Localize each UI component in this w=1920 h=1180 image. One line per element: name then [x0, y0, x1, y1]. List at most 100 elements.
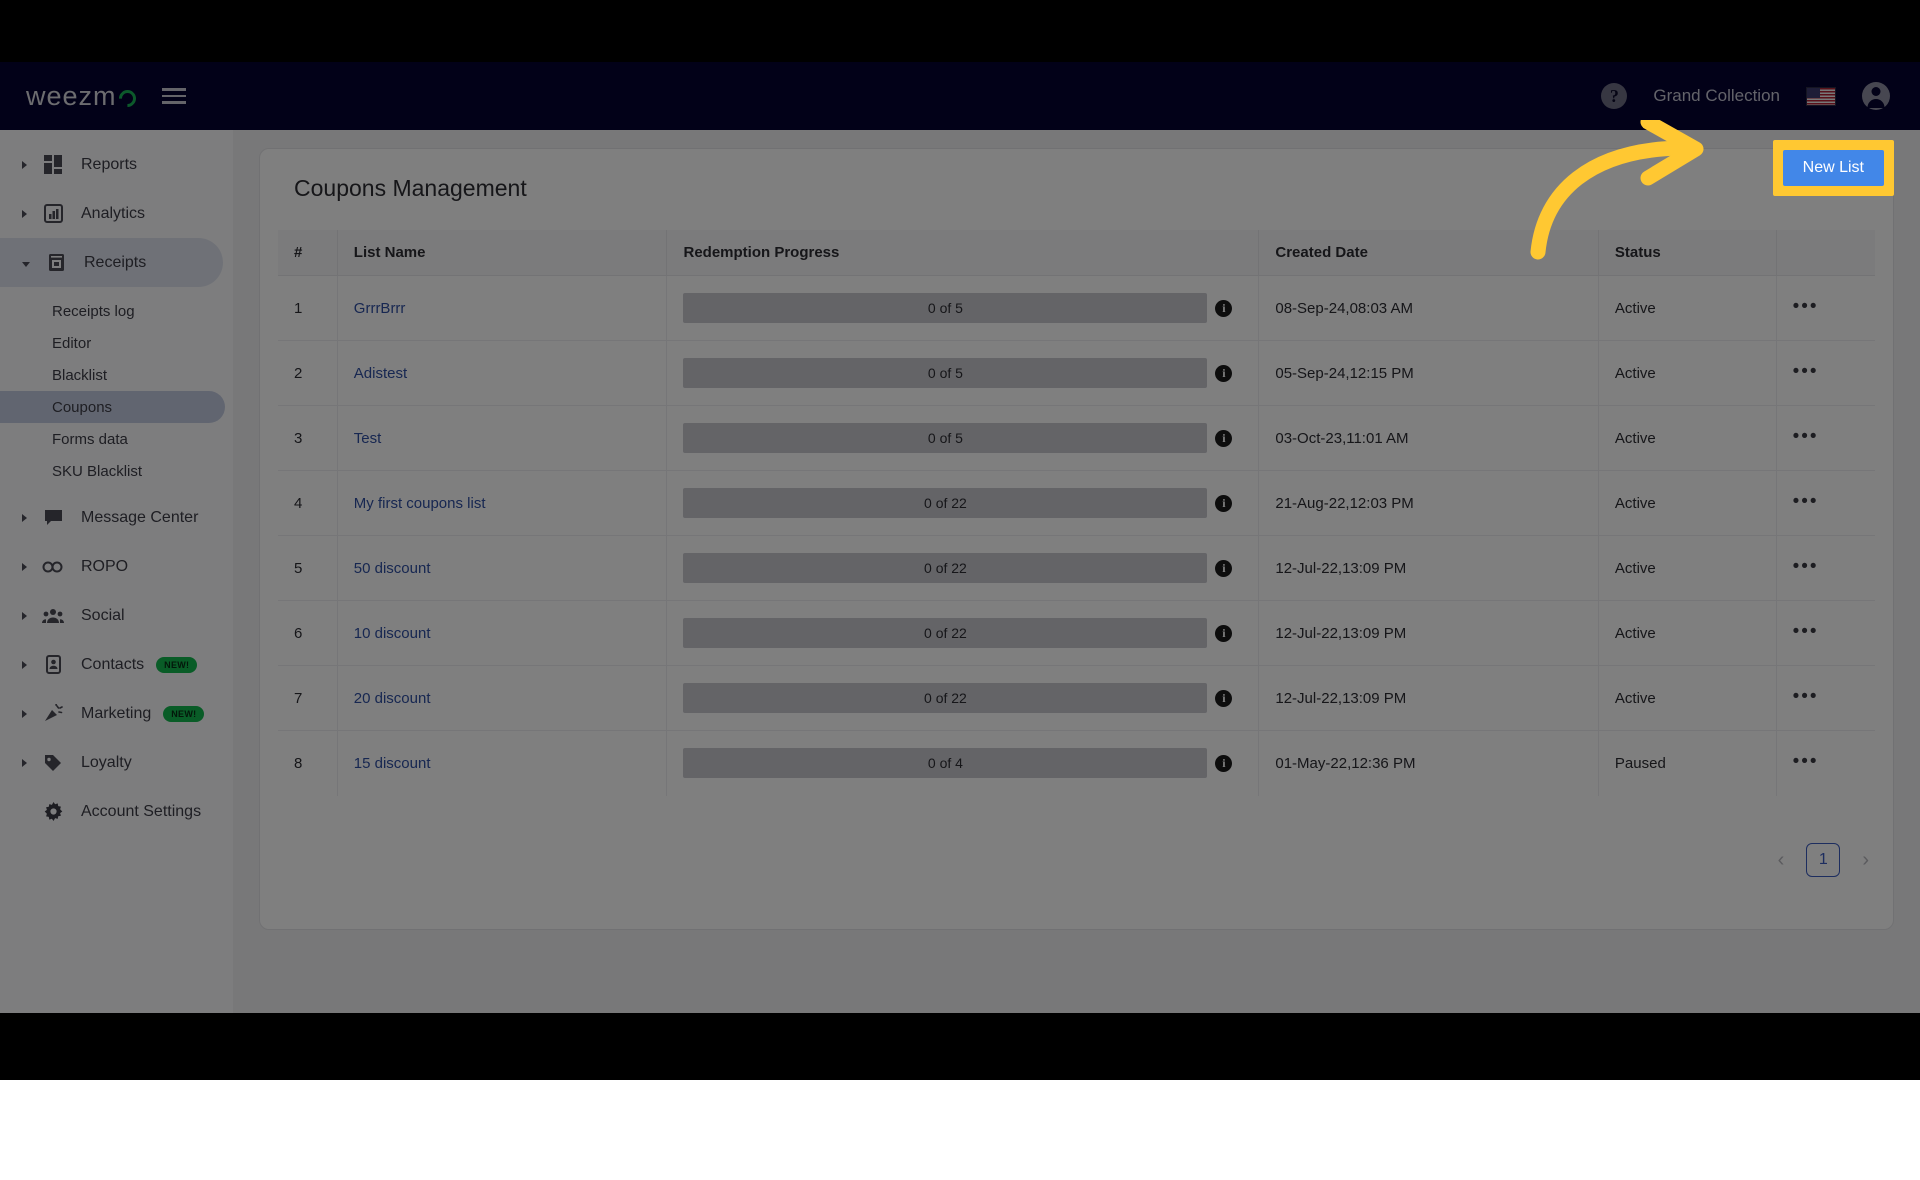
infinity-icon [41, 556, 65, 578]
column-header-list-name[interactable]: List Name [337, 230, 668, 276]
sidebar-item-receipts[interactable]: Receipts [0, 238, 223, 287]
table-header-row: # List Name Redemption Progress Created … [278, 230, 1875, 276]
info-icon[interactable]: i [1215, 494, 1233, 512]
megaphone-icon [41, 703, 65, 725]
main-content-area: Coupons Management # List Name Redemptio… [233, 130, 1920, 1013]
list-name-link[interactable]: 50 discount [354, 560, 431, 577]
sidebar-subitem-receipts-log[interactable]: Receipts log [0, 295, 225, 327]
column-header-status[interactable]: Status [1598, 230, 1777, 276]
row-number: 5 [278, 535, 338, 601]
chevron-down-icon [22, 261, 30, 267]
account-avatar-icon[interactable] [1862, 82, 1890, 110]
list-name-link[interactable]: 20 discount [354, 690, 431, 707]
created-date: 03-Oct-23,11:01 AM [1258, 405, 1599, 471]
pagination-next-button[interactable]: › [1862, 849, 1869, 872]
progress-cell: 0 of 22 [683, 683, 1208, 713]
list-name-link[interactable]: 15 discount [354, 755, 431, 772]
table-row[interactable]: 5 50 discount 0 of 22 i 12-Jul-22,13:09 … [278, 535, 1875, 601]
list-name-link[interactable]: 10 discount [354, 625, 431, 642]
column-header-created-date[interactable]: Created Date [1258, 230, 1599, 276]
sidebar-item-loyalty[interactable]: Loyalty [0, 738, 233, 787]
redemption-progress-bar: 0 of 22 [683, 683, 1208, 713]
sidebar-item-label: Marketing [81, 704, 152, 722]
sidebar-subitem-blacklist[interactable]: Blacklist [0, 359, 225, 391]
row-actions-menu-icon[interactable]: ••• [1793, 492, 1819, 513]
sidebar-item-reports[interactable]: Reports [0, 140, 233, 189]
list-name-link[interactable]: GrrrBrrr [354, 300, 406, 317]
sidebar-item-account-settings[interactable]: Account Settings [0, 787, 233, 836]
progress-cell: 0 of 22 [683, 488, 1208, 518]
column-header-redemption-progress[interactable]: Redemption Progress [666, 230, 1260, 276]
row-actions-menu-icon[interactable]: ••• [1793, 687, 1819, 708]
row-number: 2 [278, 340, 338, 406]
info-icon[interactable]: i [1215, 754, 1233, 772]
letterbox-bottom [0, 1013, 1920, 1080]
list-name-link[interactable]: Adistest [354, 365, 407, 382]
redemption-progress-bar: 0 of 5 [683, 293, 1208, 323]
sidebar-item-marketing[interactable]: Marketing NEW! [0, 689, 233, 738]
price-tag-icon [41, 752, 65, 774]
row-actions-menu-icon[interactable]: ••• [1793, 557, 1819, 578]
us-flag-icon[interactable] [1806, 86, 1836, 106]
info-icon[interactable]: i [1215, 689, 1233, 707]
new-badge: NEW! [163, 705, 205, 722]
progress-cell: 0 of 5 [683, 423, 1208, 453]
people-group-icon [41, 605, 65, 627]
status-badge: Paused [1598, 730, 1777, 796]
sidebar-item-contacts[interactable]: Contacts NEW! [0, 640, 233, 689]
list-name-link[interactable]: My first coupons list [354, 495, 486, 512]
status-badge: Active [1598, 405, 1777, 471]
redemption-progress-bar: 0 of 22 [683, 618, 1208, 648]
row-actions-menu-icon[interactable]: ••• [1793, 297, 1819, 318]
sidebar-navigation: Reports Analytics Receipts Receipts log … [0, 130, 233, 1013]
chevron-right-icon [22, 709, 27, 718]
sidebar-item-label: Reports [81, 155, 138, 173]
sidebar-item-label: Account Settings [81, 802, 202, 820]
list-name-link[interactable]: Test [354, 430, 382, 447]
info-icon[interactable]: i [1215, 559, 1233, 577]
table-row[interactable]: 3 Test 0 of 5 i 03-Oct-23,11:01 AM Activ… [278, 405, 1875, 471]
help-question-icon[interactable]: ? [1601, 83, 1628, 109]
progress-cell: 0 of 5 [683, 293, 1208, 323]
sidebar-subitem-coupons[interactable]: Coupons [0, 391, 225, 423]
table-row[interactable]: 4 My first coupons list 0 of 22 i 21-Aug… [278, 470, 1875, 536]
sidebar-item-label: Contacts [81, 655, 145, 673]
sidebar-subitem-sku-blacklist[interactable]: SKU Blacklist [0, 455, 225, 487]
sidebar-item-ropo[interactable]: ROPO [0, 542, 233, 591]
pagination: ‹ 1 › [1778, 843, 1869, 877]
pagination-page-1[interactable]: 1 [1806, 843, 1841, 877]
sidebar-item-label: Social [81, 606, 125, 624]
pagination-prev-button[interactable]: ‹ [1778, 849, 1785, 872]
new-badge: NEW! [156, 656, 198, 673]
sidebar-item-label: Receipts [84, 253, 147, 271]
sidebar-item-message-center[interactable]: Message Center [0, 493, 233, 542]
table-row[interactable]: 7 20 discount 0 of 22 i 12-Jul-22,13:09 … [278, 665, 1875, 731]
table-row[interactable]: 6 10 discount 0 of 22 i 12-Jul-22,13:09 … [278, 600, 1875, 666]
row-number: 4 [278, 470, 338, 536]
sidebar-subitem-editor[interactable]: Editor [0, 327, 225, 359]
info-icon[interactable]: i [1215, 364, 1233, 382]
info-icon[interactable]: i [1215, 429, 1233, 447]
sidebar-item-analytics[interactable]: Analytics [0, 189, 233, 238]
sidebar-item-social[interactable]: Social [0, 591, 233, 640]
progress-cell: 0 of 5 [683, 358, 1208, 388]
chat-bubble-icon [41, 507, 65, 529]
hamburger-menu-icon[interactable] [161, 88, 186, 104]
weezmo-logo[interactable]: weezm [26, 81, 140, 112]
row-actions-menu-icon[interactable]: ••• [1793, 622, 1819, 643]
table-header: # List Name Redemption Progress Created … [278, 230, 1875, 276]
table-row[interactable]: 8 15 discount 0 of 4 i 01-May-22,12:36 P… [278, 730, 1875, 796]
chevron-right-icon [22, 209, 27, 218]
row-number: 3 [278, 405, 338, 471]
table-row[interactable]: 1 GrrrBrrr 0 of 5 i 08-Sep-24,08:03 AM A… [278, 275, 1875, 341]
sidebar-subitem-forms-data[interactable]: Forms data [0, 423, 225, 455]
row-actions-menu-icon[interactable]: ••• [1793, 427, 1819, 448]
sidebar-item-label: Loyalty [81, 753, 132, 771]
row-actions-menu-icon[interactable]: ••• [1793, 752, 1819, 773]
row-actions-menu-icon[interactable]: ••• [1793, 362, 1819, 383]
new-list-button[interactable]: New List [1782, 150, 1884, 186]
table-row[interactable]: 2 Adistest 0 of 5 i 05-Sep-24,12:15 PM A… [278, 340, 1875, 406]
column-header-number[interactable]: # [278, 230, 338, 276]
info-icon[interactable]: i [1215, 299, 1233, 317]
info-icon[interactable]: i [1215, 624, 1233, 642]
